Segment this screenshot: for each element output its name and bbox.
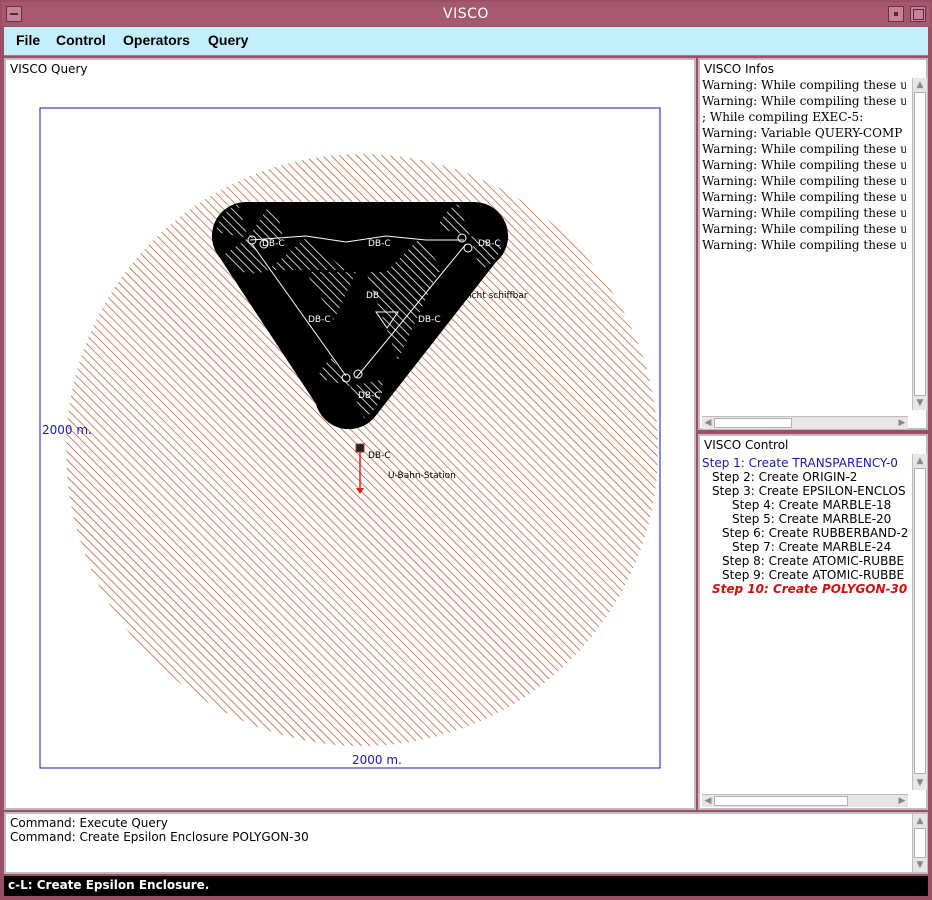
command-panel: Command: Execute Query Command: Create E… [4, 812, 928, 874]
menu-query[interactable]: Query [208, 32, 248, 48]
scroll-down-arrow[interactable]: ▼ [914, 778, 926, 788]
scale-label-left: 2000 m. [42, 423, 92, 437]
query-panel: VISCO Query DB-C DB-C DB-C DB DB-C DB-C … [4, 58, 696, 810]
status-text: c-L: Create Epsilon Enclosure. [8, 878, 210, 892]
menu-operators[interactable]: Operators [123, 32, 190, 48]
menu-control[interactable]: Control [56, 32, 106, 48]
label-db-c: DB-C [478, 239, 501, 249]
label-db: DB [366, 291, 379, 301]
label-db-c: DB-C [418, 315, 441, 325]
scroll-up-arrow[interactable]: ▲ [914, 80, 926, 90]
maximize-button[interactable] [910, 6, 926, 22]
step-list: Step 1: Create TRANSPARENCY-0 Step 2: Cre… [700, 456, 910, 776]
step-item[interactable]: Step 1: Create TRANSPARENCY-0 [702, 456, 898, 470]
step-item[interactable]: Step 5: Create MARBLE-20 [732, 512, 891, 526]
menu-bar: File Control Operators Query [4, 27, 928, 56]
info-line: Warning: While compiling these ur [702, 94, 906, 108]
control-panel-title: VISCO Control [704, 438, 789, 452]
control-horizontal-scrollbar[interactable]: ◀ ▶ [702, 794, 908, 807]
scroll-thumb[interactable] [914, 828, 926, 858]
info-line: Warning: While compiling these ur [702, 142, 906, 156]
scroll-right-arrow[interactable]: ▶ [896, 418, 908, 428]
scroll-thumb[interactable] [714, 796, 848, 806]
minimize-button[interactable] [888, 6, 904, 22]
scroll-thumb[interactable] [914, 92, 926, 396]
info-line: Warning: Variable QUERY-COMP [702, 126, 903, 140]
title-bar[interactable]: VISCO [2, 2, 930, 26]
info-line: Warning: While compiling these ur [702, 78, 906, 92]
scale-label-bottom: 2000 m. [352, 753, 402, 767]
command-line: Command: Create Epsilon Enclosure POLYGO… [10, 830, 309, 844]
label-teil-nicht-schiffbar: Teil nicht schiffbar [445, 291, 528, 301]
info-panel-title: VISCO Infos [704, 62, 774, 76]
control-panel: VISCO Control Step 1: Create TRANSPARENC… [698, 434, 928, 810]
station-marker [355, 443, 365, 453]
info-line: ; While compiling EXEC-5: [702, 110, 864, 124]
label-db-c: DB-C [368, 451, 391, 461]
menu-file[interactable]: File [16, 32, 40, 48]
info-line: Warning: While compiling these ur [702, 238, 906, 252]
visco-window: VISCO File Control Operators Query VISCO… [0, 0, 932, 900]
scroll-left-arrow[interactable]: ◀ [702, 796, 714, 806]
label-db-c: DB-C [358, 391, 381, 401]
label-db-c: DB-C [308, 315, 331, 325]
scroll-down-arrow[interactable]: ▼ [914, 860, 926, 870]
info-vertical-scrollbar[interactable]: ▲ ▼ [912, 78, 927, 410]
label-db-c: DB-C [368, 239, 391, 249]
info-line: Warning: While compiling these ur [702, 190, 906, 204]
control-vertical-scrollbar[interactable]: ▲ ▼ [912, 454, 927, 790]
label-u-bahn-station: U-Bahn-Station [388, 471, 456, 481]
scroll-thumb[interactable] [714, 418, 792, 428]
command-vertical-scrollbar[interactable]: ▲ ▼ [912, 814, 927, 872]
step-item[interactable]: Step 7: Create MARBLE-24 [732, 540, 891, 554]
info-line: Warning: While compiling these ur [702, 174, 906, 188]
step-item[interactable]: Step 2: Create ORIGIN-2 [712, 470, 857, 484]
info-line: Warning: While compiling these ur [702, 158, 906, 172]
scroll-thumb[interactable] [914, 468, 926, 774]
step-item[interactable]: Step 8: Create ATOMIC-RUBBE [722, 554, 904, 568]
step-item[interactable]: Step 4: Create MARBLE-18 [732, 498, 891, 512]
status-bar: c-L: Create Epsilon Enclosure. [4, 876, 928, 896]
info-line: Warning: While compiling these ur [702, 206, 906, 220]
step-item[interactable]: Step 9: Create ATOMIC-RUBBE [722, 568, 904, 582]
step-item[interactable]: Step 10: Create POLYGON-30 [712, 582, 907, 596]
label-db-c: DB-C [262, 239, 285, 249]
info-horizontal-scrollbar[interactable]: ◀ ▶ [702, 416, 908, 429]
window-title: VISCO [443, 6, 489, 22]
info-line: Warning: While compiling these ur [702, 222, 906, 236]
query-canvas[interactable]: DB-C DB-C DB-C DB DB-C DB-C DB-C Teil ni… [6, 60, 694, 808]
info-panel: VISCO Infos Warning: While compiling the… [698, 58, 928, 430]
scroll-right-arrow[interactable]: ▶ [896, 796, 908, 806]
scroll-up-arrow[interactable]: ▲ [914, 816, 926, 826]
info-log: Warning: While compiling these ur Warning… [700, 78, 906, 398]
scroll-left-arrow[interactable]: ◀ [702, 418, 714, 428]
step-item[interactable]: Step 6: Create RUBBERBAND-2 [722, 526, 908, 540]
scroll-up-arrow[interactable]: ▲ [914, 456, 926, 466]
step-item[interactable]: Step 3: Create EPSILON-ENCLOS [712, 484, 906, 498]
scroll-down-arrow[interactable]: ▼ [914, 398, 926, 408]
command-line: Command: Execute Query [10, 816, 168, 830]
